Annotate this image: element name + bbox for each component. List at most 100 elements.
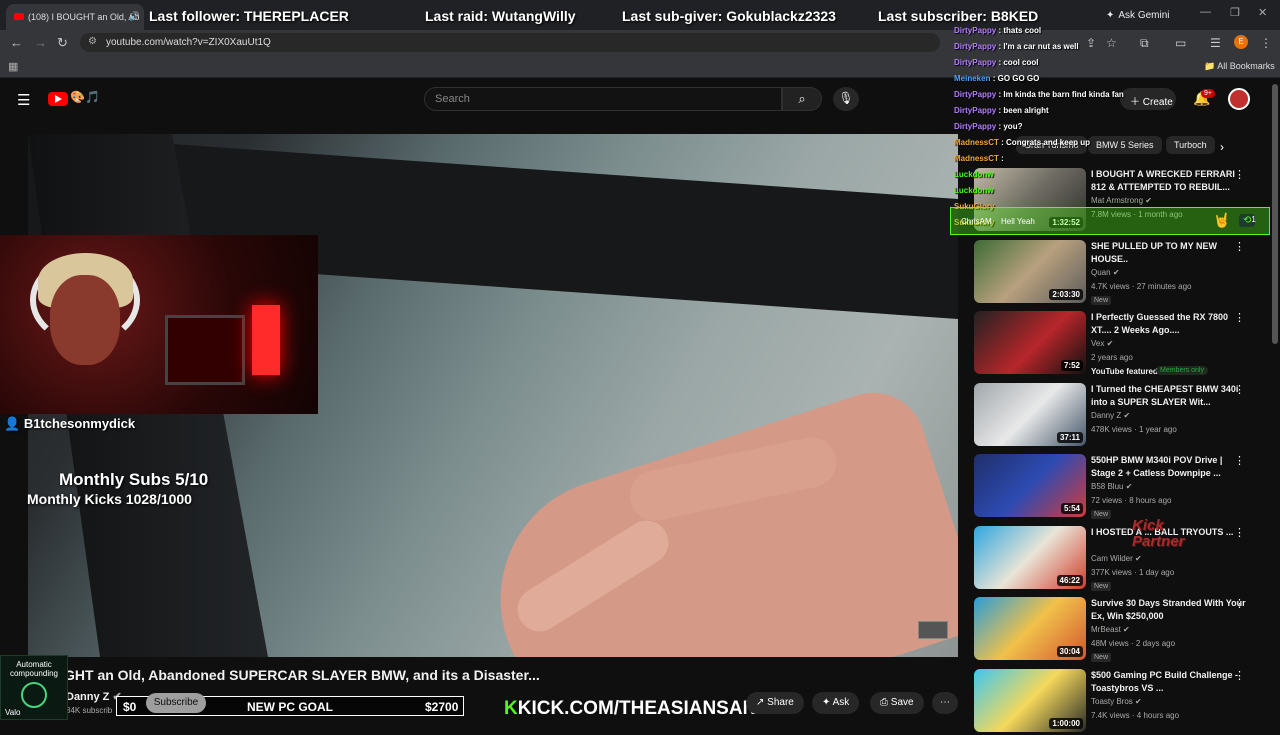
- apps-grid-icon[interactable]: ▦: [8, 60, 18, 73]
- video-thumbnail[interactable]: 37:11: [974, 382, 1086, 446]
- rock-hand-icon: 🤘: [1213, 212, 1231, 228]
- speaker-icon[interactable]: 🔊: [129, 11, 140, 22]
- duration-badge: 30:04: [1056, 646, 1083, 657]
- ask-gemini-button[interactable]: ✦ Ask Gemini: [1106, 6, 1178, 24]
- video-thumbnail[interactable]: 30:04: [974, 597, 1086, 660]
- new-badge: New: [1091, 295, 1112, 305]
- duration-badge: 46:22: [1056, 574, 1083, 586]
- duration-badge: 37:11: [1056, 431, 1083, 443]
- search-input[interactable]: Search: [424, 87, 782, 111]
- chevron-right-icon[interactable]: ›: [1220, 140, 1224, 154]
- chip-turbocharger[interactable]: Turboch: [1166, 136, 1215, 154]
- recommendation-channel[interactable]: Toasty Bros ✔: [1091, 697, 1142, 706]
- notification-badge: 9+: [1201, 89, 1215, 98]
- recommendation-title[interactable]: I Turned the CHEAPEST BMW 340i into a SU…: [1091, 383, 1249, 409]
- recommendation-channel[interactable]: Mat Armstrong ✔: [1091, 196, 1152, 205]
- more-options-icon[interactable]: ⋮: [1234, 168, 1245, 181]
- members-only-badge: Members only: [1156, 366, 1208, 375]
- recommendation-item[interactable]: 46:22 I HOSTED A ... BALL TRYOUTS ... Ca…: [974, 525, 1268, 592]
- duration-badge: 7:52: [1060, 360, 1083, 371]
- site-info-icon[interactable]: ⚙: [88, 36, 97, 47]
- recommendation-item[interactable]: 7:52 I Perfectly Guessed the RX 7800 XT.…: [974, 311, 1268, 377]
- search-icon[interactable]: ⌕: [782, 87, 822, 111]
- recommendation-item[interactable]: 2:03:30 SHE PULLED UP TO MY NEW HOUSE.. …: [974, 239, 1268, 306]
- alert-message: Hell Yeah: [1001, 217, 1035, 226]
- more-options-icon[interactable]: ⋮: [1234, 526, 1245, 539]
- extensions-icon[interactable]: ⧉: [1140, 36, 1149, 51]
- url-field[interactable]: ⚙ youtube.com/watch?v=ZIX0XauUt1Q: [80, 33, 940, 52]
- bookmark-star-icon[interactable]: ☆: [1106, 36, 1117, 50]
- recommendation-item[interactable]: 5:54 550HP BMW M340i POV Drive | Stage 2…: [974, 454, 1268, 520]
- recommendation-item[interactable]: 1:00:00 $500 Gaming PC Build Challenge -…: [974, 668, 1268, 735]
- more-options-icon[interactable]: ⋮: [1234, 597, 1245, 610]
- account-avatar[interactable]: [1228, 88, 1250, 110]
- maximize-icon[interactable]: ❐: [1230, 6, 1240, 19]
- chat-message: MadnessCT :: [954, 154, 1004, 163]
- recommendation-title[interactable]: 550HP BMW M340i POV Drive | Stage 2 + Ca…: [1091, 454, 1249, 480]
- alert-count-value: 1: [1251, 215, 1256, 224]
- channel-watermark[interactable]: [918, 621, 948, 639]
- recommendation-item[interactable]: 37:11 I Turned the CHEAPEST BMW 340i int…: [974, 382, 1268, 449]
- more-actions-icon[interactable]: ⋯: [932, 692, 958, 714]
- create-button[interactable]: ＋ Create: [1120, 88, 1176, 110]
- scrollbar[interactable]: [1272, 84, 1278, 344]
- monthly-subs: Monthly Subs 5/10: [59, 470, 209, 489]
- video-thumbnail[interactable]: 2:03:30: [974, 239, 1086, 303]
- more-options-icon[interactable]: ⋮: [1234, 669, 1245, 682]
- youtube-doodle-icon[interactable]: 🎨🎵: [70, 90, 100, 104]
- recommendation-channel[interactable]: Cam Wilder ✔: [1091, 554, 1142, 563]
- all-bookmarks-link[interactable]: 📁 All Bookmarks: [1204, 61, 1275, 72]
- browser-tab[interactable]: (108) I BOUGHT an Old, Ab 🔊: [6, 4, 144, 30]
- recommendation-channel[interactable]: B58 Bluu ✔: [1091, 482, 1132, 491]
- recommendation-title[interactable]: Survive 30 Days Stranded With Your Ex, W…: [1091, 597, 1249, 623]
- last-subscriber-text: Last subscriber: B8KED: [878, 8, 1039, 24]
- verified-icon: ✔: [1106, 339, 1114, 348]
- youtube-favicon-icon: [14, 13, 24, 20]
- last-raid-text: Last raid: WutangWilly: [425, 8, 576, 24]
- profile-avatar[interactable]: E: [1234, 35, 1248, 49]
- more-menu-icon[interactable]: ⋮: [1260, 36, 1272, 50]
- mic-icon[interactable]: 🎙: [833, 87, 859, 111]
- bookmarks-bar: [0, 56, 1280, 78]
- cast-icon[interactable]: ▭: [1175, 36, 1186, 50]
- more-options-icon[interactable]: ⋮: [1234, 454, 1245, 467]
- more-options-icon[interactable]: ⋮: [1234, 240, 1245, 253]
- hamburger-menu-icon[interactable]: ☰: [17, 91, 30, 109]
- reading-list-icon[interactable]: ☰: [1210, 36, 1221, 50]
- recommendation-channel[interactable]: Vex ✔: [1091, 339, 1113, 348]
- recommendation-title[interactable]: I BOUGHT A WRECKED FERRARI 812 & ATTEMPT…: [1091, 168, 1249, 194]
- channel-name[interactable]: Danny Z ✔: [66, 690, 122, 703]
- tab-title: (108) I BOUGHT an Old, Ab: [28, 12, 140, 22]
- recommendation-meta: 478K views · 1 year ago: [1091, 424, 1177, 434]
- chip-bmw-5-series[interactable]: BMW 5 Series: [1088, 136, 1162, 154]
- ask-button[interactable]: ✦ Ask: [812, 692, 860, 714]
- install-icon[interactable]: ⇪: [1086, 36, 1096, 50]
- recommendation-channel[interactable]: Quan ✔: [1091, 268, 1120, 277]
- recommendation-item[interactable]: 30:04 Survive 30 Days Stranded With Your…: [974, 597, 1268, 663]
- more-options-icon[interactable]: ⋮: [1234, 383, 1245, 396]
- chip-gran-turismo[interactable]: Gran Turismo: [1016, 136, 1087, 154]
- recommendation-title[interactable]: $500 Gaming PC Build Challenge - Toastyb…: [1091, 669, 1249, 695]
- close-icon[interactable]: ✕: [1258, 6, 1267, 19]
- more-options-icon[interactable]: ⋮: [1234, 311, 1245, 324]
- minimize-icon[interactable]: —: [1200, 6, 1211, 18]
- recommendation-title[interactable]: SHE PULLED UP TO MY NEW HOUSE..: [1091, 240, 1249, 266]
- recommendation-title[interactable]: I Perfectly Guessed the RX 7800 XT.... 2…: [1091, 311, 1249, 337]
- reload-icon[interactable]: ↻: [57, 35, 68, 51]
- channel-name-text: Danny Z: [66, 691, 110, 703]
- recommendation-channel[interactable]: Danny Z ✔: [1091, 411, 1130, 420]
- back-icon[interactable]: ←: [10, 35, 23, 50]
- save-button[interactable]: ⎙ Save: [870, 692, 924, 714]
- channel-text: B58 Bluu: [1091, 482, 1124, 491]
- recommendation-channel[interactable]: MrBeast ✔: [1091, 625, 1130, 634]
- share-button[interactable]: ↗ Share: [746, 692, 804, 714]
- video-thumbnail[interactable]: 1:00:00: [974, 668, 1086, 732]
- video-thumbnail[interactable]: 7:52: [974, 311, 1086, 374]
- goal-current: $0: [123, 700, 137, 714]
- verified-icon: ✔: [1123, 410, 1131, 420]
- forward-icon[interactable]: →: [34, 35, 47, 50]
- video-thumbnail[interactable]: 46:22: [974, 525, 1086, 589]
- subscribe-button[interactable]: Subscribe: [146, 693, 206, 713]
- youtube-logo[interactable]: [48, 92, 68, 106]
- video-thumbnail[interactable]: 5:54: [974, 454, 1086, 517]
